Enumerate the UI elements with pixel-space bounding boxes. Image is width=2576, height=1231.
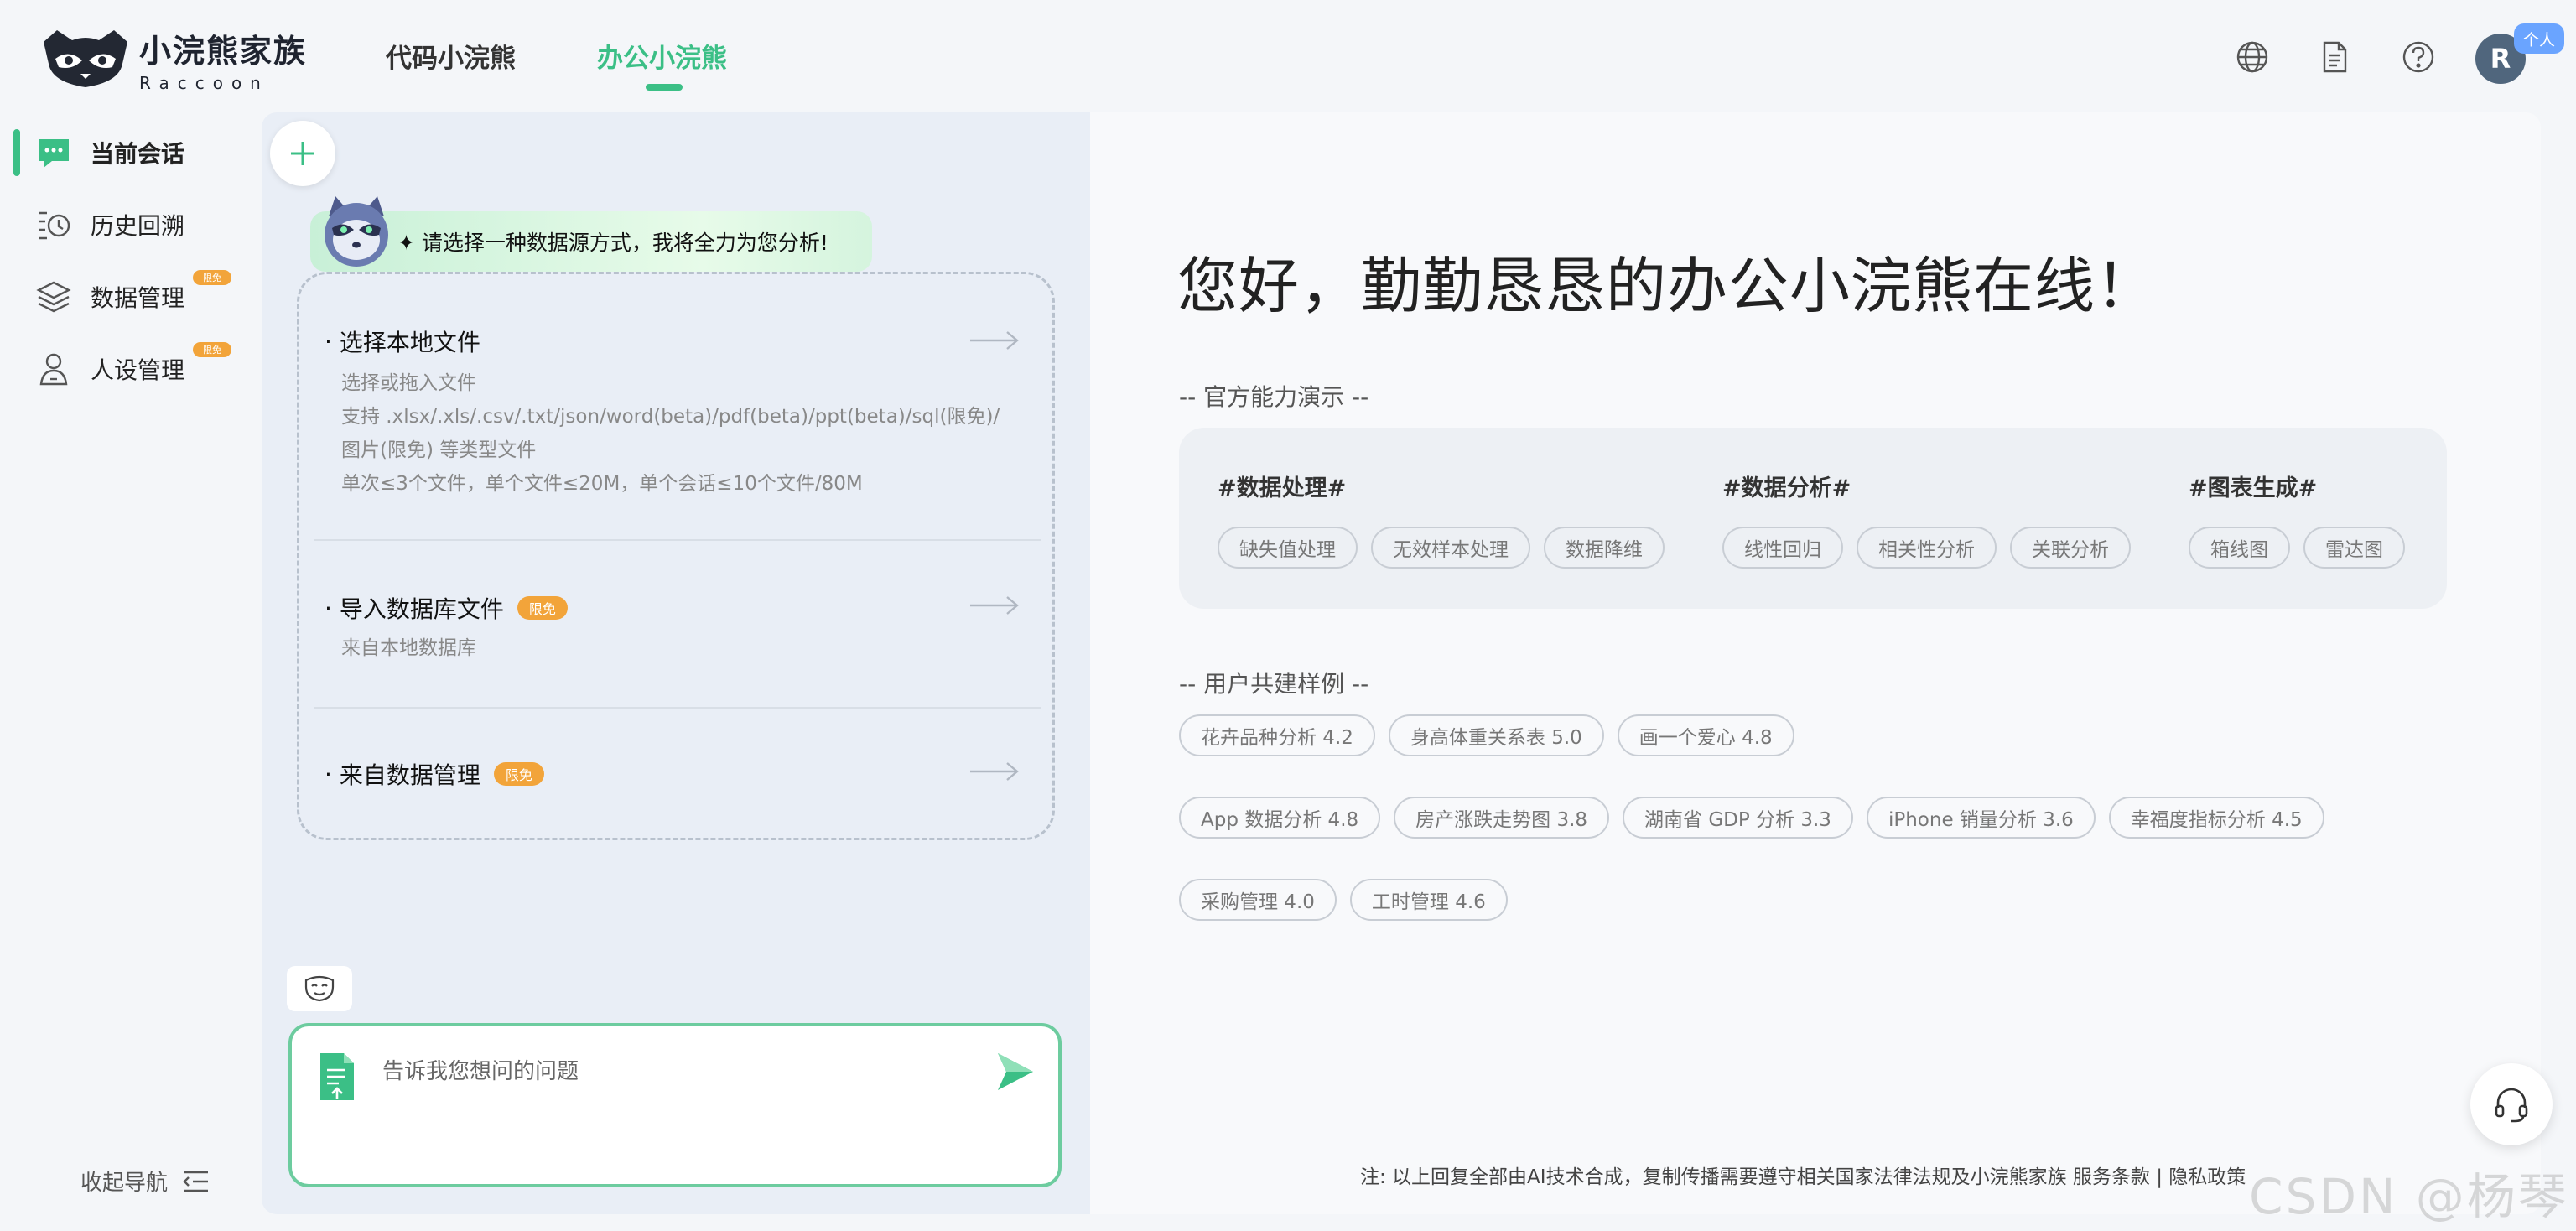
headset-icon bbox=[2495, 1088, 2528, 1123]
document-icon[interactable] bbox=[2316, 39, 2353, 75]
collapse-nav-button[interactable]: 收起导航 bbox=[80, 1166, 211, 1197]
sidebar-item-history[interactable]: 历史回溯 bbox=[0, 198, 252, 252]
official-demo-card: #数据处理# 缺失值处理 无效样本处理 数据降维 #数据分析# 线性回归 相关性… bbox=[1179, 428, 2447, 609]
layers-icon bbox=[35, 278, 72, 315]
sidebar-item-label: 人设管理 bbox=[91, 356, 185, 384]
arrow-right-icon[interactable] bbox=[969, 330, 1021, 351]
data-source-options: · 选择本地文件 选择或拖入文件 支持 .xlsx/.xls/.csv/.txt… bbox=[297, 272, 1055, 840]
example-chip[interactable]: 工时管理 4.6 bbox=[1349, 879, 1508, 921]
demo-chip[interactable]: 关联分析 bbox=[2010, 527, 2131, 569]
sidebar-item-label: 历史回溯 bbox=[91, 212, 185, 240]
demo-chip[interactable]: 相关性分析 bbox=[1857, 527, 1997, 569]
option-title: · 来自数据管理 限免 bbox=[325, 757, 1029, 791]
demo-chip[interactable]: 线性回归 bbox=[1722, 527, 1843, 569]
example-chip[interactable]: App 数据分析 4.8 bbox=[1179, 797, 1381, 839]
free-badge: 限免 bbox=[193, 270, 231, 285]
customer-support-button[interactable] bbox=[2470, 1063, 2553, 1145]
option-local-file[interactable]: · 选择本地文件 选择或拖入文件 支持 .xlsx/.xls/.csv/.txt… bbox=[325, 325, 1029, 501]
globe-icon[interactable] bbox=[2234, 39, 2271, 75]
tab-office-raccoon[interactable]: 办公小浣熊 bbox=[597, 37, 727, 75]
help-icon[interactable] bbox=[2400, 39, 2437, 75]
greeting-banner: ✦ 请选择一种数据源方式，我将全力为您分析! bbox=[310, 211, 872, 272]
brand-name: 小浣熊家族 bbox=[139, 32, 308, 70]
option-from-data-management[interactable]: · 来自数据管理 限免 bbox=[325, 757, 1029, 791]
send-icon[interactable] bbox=[995, 1050, 1036, 1093]
arrow-right-icon[interactable] bbox=[969, 761, 1021, 782]
option-desc: 单次≤3个文件，单个文件≤20M，单个会话≤10个文件/80M bbox=[341, 473, 863, 495]
upload-file-icon[interactable] bbox=[319, 1052, 356, 1102]
arrow-right-icon[interactable] bbox=[969, 595, 1021, 616]
sidebar-item-label: 当前会话 bbox=[91, 140, 185, 168]
raccoon-logo-icon bbox=[44, 30, 127, 87]
option-desc: 支持 .xlsx/.xls/.csv/.txt/json/word(beta)/… bbox=[341, 406, 1000, 461]
demo-chip[interactable]: 雷达图 bbox=[2303, 527, 2405, 569]
demo-chip[interactable]: 缺失值处理 bbox=[1218, 527, 1358, 569]
tab-code-raccoon[interactable]: 代码小浣熊 bbox=[386, 37, 516, 75]
sidebar-item-label: 数据管理 bbox=[91, 284, 185, 312]
demo-chip[interactable]: 无效样本处理 bbox=[1371, 527, 1530, 569]
plus-icon bbox=[291, 142, 314, 165]
raccoon-mascot-icon bbox=[325, 196, 388, 267]
category-title: #数据处理# bbox=[1218, 475, 1347, 501]
demo-chip[interactable]: 数据降维 bbox=[1544, 527, 1665, 569]
example-chip[interactable]: iPhone 销量分析 3.6 bbox=[1866, 797, 2096, 839]
user-examples: 花卉品种分析 4.2 身高体重关系表 5.0 画一个爱心 4.8 App 数据分… bbox=[1179, 714, 2412, 921]
category-title: #图表生成# bbox=[2189, 475, 2318, 501]
example-chip[interactable]: 湖南省 GDP 分析 3.3 bbox=[1623, 797, 1853, 839]
example-chip[interactable]: 房产涨跌走势图 3.8 bbox=[1394, 797, 1610, 839]
separator bbox=[314, 539, 1041, 541]
option-import-database[interactable]: · 导入数据库文件 限免 来自本地数据库 bbox=[325, 591, 1029, 665]
example-chip[interactable]: 身高体重关系表 5.0 bbox=[1388, 714, 1604, 756]
person-icon bbox=[35, 351, 72, 387]
demo-chip[interactable]: 箱线图 bbox=[2189, 527, 2290, 569]
category-title: #数据分析# bbox=[1722, 475, 1852, 501]
chip-row: 线性回归 相关性分析 关联分析 bbox=[1722, 527, 2131, 569]
brand-subtitle: Raccoon bbox=[139, 72, 269, 93]
chat-input[interactable] bbox=[382, 1053, 969, 1090]
official-demo-label: -- 官方能力演示 -- bbox=[1179, 383, 1369, 411]
sidebar-item-current-chat[interactable]: 当前会话 bbox=[0, 126, 252, 179]
example-chip[interactable]: 花卉品种分析 4.2 bbox=[1179, 714, 1375, 756]
chat-icon bbox=[35, 134, 72, 171]
plan-badge: 个人 bbox=[2514, 23, 2564, 54]
collapse-icon bbox=[183, 1171, 209, 1192]
persona-mask-button[interactable] bbox=[287, 966, 352, 1011]
chat-input-box[interactable] bbox=[288, 1023, 1062, 1187]
option-title: · 导入数据库文件 限免 bbox=[325, 591, 1029, 625]
welcome-heading: 您好，勤勤恳恳的办公小浣熊在线！ bbox=[1177, 251, 2158, 321]
active-tab-indicator bbox=[646, 84, 683, 91]
watermark: CSDN @杨琴1 bbox=[2249, 1168, 2569, 1231]
separator bbox=[314, 707, 1041, 709]
brand-logo[interactable]: 小浣熊家族 Raccoon bbox=[39, 25, 308, 93]
user-examples-label: -- 用户共建样例 -- bbox=[1179, 670, 1369, 698]
mask-icon bbox=[304, 975, 335, 1002]
chip-row: 缺失值处理 无效样本处理 数据降维 bbox=[1218, 527, 1665, 569]
option-desc: 来自本地数据库 bbox=[341, 637, 476, 659]
chip-row: 箱线图 雷达图 bbox=[2189, 527, 2405, 569]
disclaimer-text: 注: 以上回复全部由AI技术合成，复制传播需要遵守相关国家法律法规及小浣熊家族 … bbox=[1360, 1166, 2246, 1188]
option-title: · 选择本地文件 bbox=[325, 327, 480, 357]
free-badge: 限免 bbox=[493, 762, 544, 786]
new-chat-button[interactable] bbox=[270, 121, 335, 186]
free-badge: 限免 bbox=[193, 342, 231, 357]
example-chip[interactable]: 幸福度指标分析 4.5 bbox=[2108, 797, 2324, 839]
option-desc: 选择或拖入文件 bbox=[341, 372, 476, 394]
history-icon bbox=[35, 206, 72, 243]
example-chip[interactable]: 画一个爱心 4.8 bbox=[1617, 714, 1794, 756]
free-badge: 限免 bbox=[517, 596, 568, 620]
collapse-nav-label: 收起导航 bbox=[80, 1171, 169, 1196]
greeting-text: ✦ 请选择一种数据源方式，我将全力为您分析! bbox=[397, 231, 828, 255]
example-chip[interactable]: 采购管理 4.0 bbox=[1179, 879, 1337, 921]
